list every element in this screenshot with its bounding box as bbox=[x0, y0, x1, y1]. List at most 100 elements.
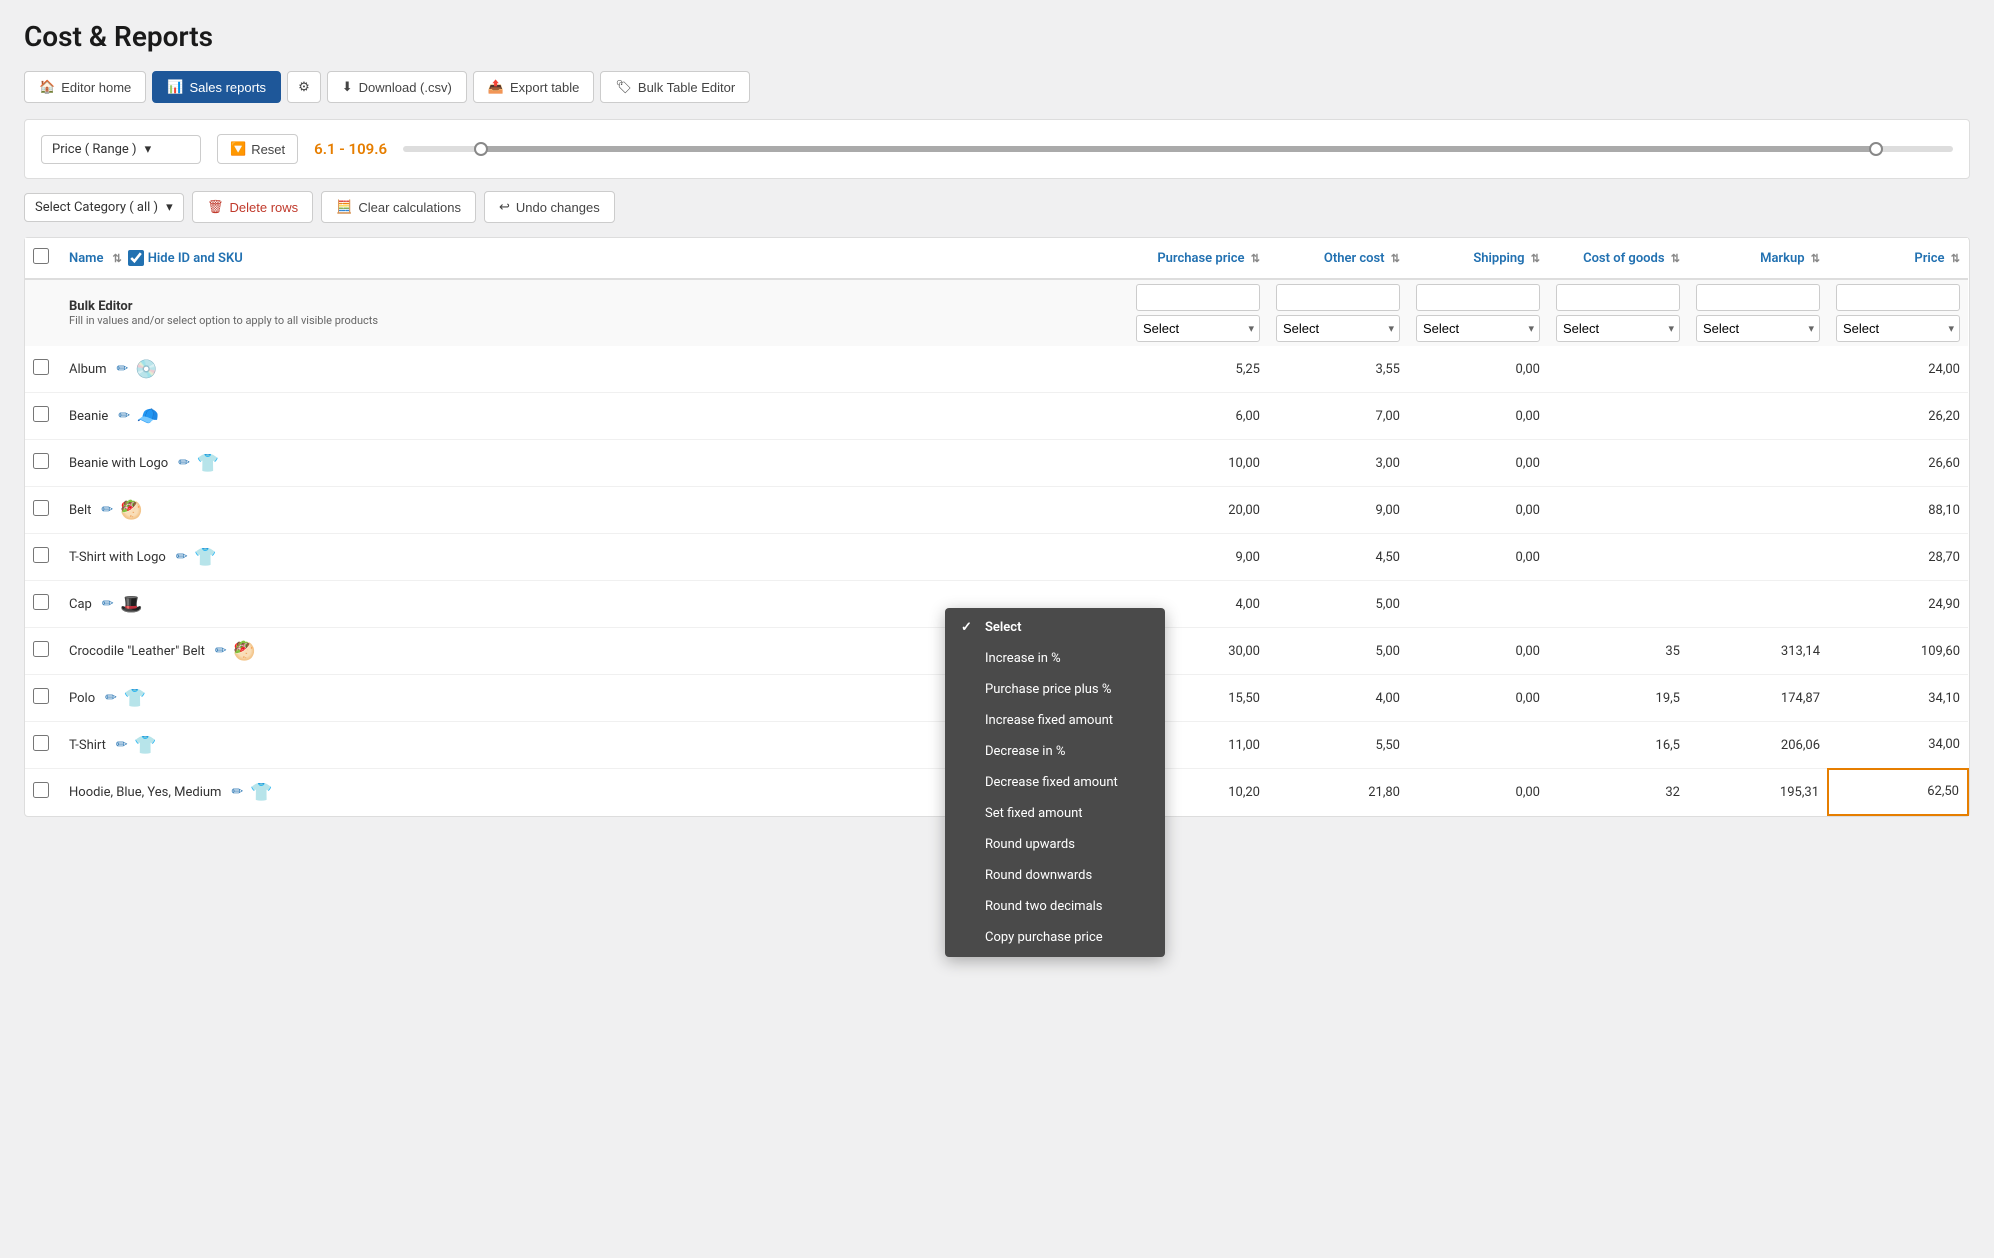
dropdown-item[interactable]: ✓Select bbox=[945, 612, 1165, 643]
row-price-cell: 88,10 bbox=[1828, 487, 1968, 534]
download-csv-button[interactable]: ⬇ Download (.csv) bbox=[327, 71, 467, 103]
edit-icon[interactable]: ✏ bbox=[178, 455, 190, 471]
delete-rows-button[interactable]: 🗑 Delete rows bbox=[192, 191, 313, 223]
header-checkbox-col bbox=[25, 238, 61, 279]
dropdown-item[interactable]: Decrease in % bbox=[945, 736, 1165, 767]
product-actions: Belt ✏ 🥙 bbox=[69, 496, 1120, 524]
home-icon: 🏠 bbox=[39, 79, 55, 95]
bulk-markup-select[interactable]: Select bbox=[1696, 315, 1820, 342]
bulk-shipping-select[interactable]: Select bbox=[1416, 315, 1540, 342]
category-select[interactable]: Select Category ( all ) ▾ bbox=[24, 193, 184, 222]
header-cost-of-goods[interactable]: Cost of goods ⇅ bbox=[1548, 238, 1688, 279]
edit-icon[interactable]: ✏ bbox=[117, 361, 129, 377]
row-checkbox[interactable] bbox=[33, 782, 49, 798]
row-price-cell: 34,00 bbox=[1828, 722, 1968, 769]
bulk-shipping-input[interactable] bbox=[1416, 284, 1540, 311]
filter-row: Price ( Range ) ▾ 🔽 Reset 6.1 - 109.6 bbox=[24, 119, 1970, 179]
bulk-markup-input[interactable] bbox=[1696, 284, 1820, 311]
table-row: T-Shirt with Logo ✏ 👕 9,00 4,50 0,00 28,… bbox=[25, 534, 1968, 581]
dropdown-item[interactable]: Decrease fixed amount bbox=[945, 767, 1165, 798]
row-checkbox[interactable] bbox=[33, 406, 49, 422]
header-price[interactable]: Price ⇅ bbox=[1828, 238, 1968, 279]
bulk-other-input[interactable] bbox=[1276, 284, 1400, 311]
bulk-price-select[interactable]: Select bbox=[1836, 315, 1960, 342]
undo-changes-button[interactable]: ↩ Undo changes bbox=[484, 191, 615, 223]
range-thumb-right[interactable] bbox=[1869, 142, 1883, 156]
product-actions: Album ✏ 💿 bbox=[69, 355, 1120, 383]
row-checkbox-cell bbox=[25, 346, 61, 393]
dropdown-item[interactable]: Increase fixed amount bbox=[945, 705, 1165, 736]
row-markup-cell bbox=[1688, 440, 1828, 487]
row-markup-cell: 174,87 bbox=[1688, 675, 1828, 722]
row-shipping-cell: 0,00 bbox=[1408, 769, 1548, 816]
dropdown-item[interactable]: Increase in % bbox=[945, 643, 1165, 674]
dropdown-item[interactable]: Round downwards bbox=[945, 860, 1165, 891]
clear-calculations-button[interactable]: 🧮 Clear calculations bbox=[321, 191, 476, 223]
bulk-markup-input-cell: Select ▾ bbox=[1688, 279, 1828, 346]
dropdown-item[interactable]: Copy purchase price bbox=[945, 922, 1165, 953]
dropdown-item[interactable]: Round two decimals bbox=[945, 891, 1165, 922]
row-checkbox[interactable] bbox=[33, 359, 49, 375]
settings-button[interactable]: ⚙ bbox=[287, 71, 321, 103]
row-shipping-cell: 0,00 bbox=[1408, 346, 1548, 393]
edit-icon[interactable]: ✏ bbox=[215, 643, 227, 659]
row-checkbox[interactable] bbox=[33, 500, 49, 516]
edit-icon[interactable]: ✏ bbox=[118, 408, 130, 424]
range-slider[interactable] bbox=[403, 146, 1953, 152]
name-sort-icon[interactable]: ⇅ bbox=[112, 252, 121, 265]
bulk-editor-input-row: Bulk Editor Fill in values and/or select… bbox=[25, 279, 1968, 346]
product-name: T-Shirt bbox=[69, 738, 106, 753]
table-row: Belt ✏ 🥙 20,00 9,00 0,00 88,10 bbox=[25, 487, 1968, 534]
range-thumb-left[interactable] bbox=[474, 142, 488, 156]
bulk-cogs-select[interactable]: Select bbox=[1556, 315, 1680, 342]
edit-icon[interactable]: ✏ bbox=[231, 784, 243, 800]
edit-icon[interactable]: ✏ bbox=[101, 502, 113, 518]
edit-icon[interactable]: ✏ bbox=[105, 690, 117, 706]
cogs-dropdown-overlay: ✓Select Increase in % Purchase price plu… bbox=[945, 608, 1165, 957]
row-checkbox[interactable] bbox=[33, 594, 49, 610]
dropdown-item[interactable]: Purchase price plus % bbox=[945, 674, 1165, 705]
row-name-cell: T-Shirt with Logo ✏ 👕 bbox=[61, 534, 1128, 581]
page-title: Cost & Reports bbox=[24, 20, 1970, 53]
select-all-checkbox[interactable] bbox=[33, 248, 49, 264]
product-name: Belt bbox=[69, 503, 91, 518]
product-image: 👕 bbox=[121, 684, 149, 712]
edit-icon[interactable]: ✏ bbox=[116, 737, 128, 753]
bulk-cogs-input[interactable] bbox=[1556, 284, 1680, 311]
export-table-button[interactable]: 📤 Export table bbox=[473, 71, 595, 103]
reset-button[interactable]: 🔽 Reset bbox=[217, 134, 298, 164]
row-checkbox[interactable] bbox=[33, 453, 49, 469]
bulk-table-editor-button[interactable]: 🏷 Bulk Table Editor bbox=[600, 71, 750, 103]
product-image: 👕 bbox=[192, 543, 220, 571]
dropdown-item[interactable]: Round upwards bbox=[945, 829, 1165, 860]
editor-home-button[interactable]: 🏠 Editor home bbox=[24, 71, 146, 103]
row-price-cell: 24,00 bbox=[1828, 346, 1968, 393]
row-checkbox[interactable] bbox=[33, 735, 49, 751]
bulk-purchase-select[interactable]: Select bbox=[1136, 315, 1260, 342]
bulk-price-select-wrapper: Select ▾ bbox=[1836, 315, 1960, 342]
row-checkbox[interactable] bbox=[33, 641, 49, 657]
bulk-price-input[interactable] bbox=[1836, 284, 1960, 311]
sales-reports-button[interactable]: 📊 Sales reports bbox=[152, 71, 281, 103]
row-purchase-cell: 10,00 bbox=[1128, 440, 1268, 487]
edit-icon[interactable]: ✏ bbox=[176, 549, 188, 565]
row-cogs-cell bbox=[1548, 581, 1688, 628]
header-markup[interactable]: Markup ⇅ bbox=[1688, 238, 1828, 279]
chevron-down-icon: ▾ bbox=[145, 142, 152, 157]
table-row: Beanie ✏ 🧢 6,00 7,00 0,00 26,20 bbox=[25, 393, 1968, 440]
dropdown-item[interactable]: Set fixed amount bbox=[945, 798, 1165, 829]
header-shipping[interactable]: Shipping ⇅ bbox=[1408, 238, 1548, 279]
bulk-shipping-select-wrapper: Select ▾ bbox=[1416, 315, 1540, 342]
edit-icon[interactable]: ✏ bbox=[102, 596, 114, 612]
row-cogs-cell bbox=[1548, 346, 1688, 393]
row-checkbox-cell bbox=[25, 581, 61, 628]
bulk-other-select[interactable]: Select bbox=[1276, 315, 1400, 342]
row-checkbox[interactable] bbox=[33, 547, 49, 563]
row-checkbox[interactable] bbox=[33, 688, 49, 704]
bulk-purchase-input[interactable] bbox=[1136, 284, 1260, 311]
header-purchase-price[interactable]: Purchase price ⇅ bbox=[1128, 238, 1268, 279]
range-value: 6.1 - 109.6 bbox=[314, 140, 387, 158]
hide-sku-checkbox[interactable] bbox=[128, 250, 144, 266]
price-range-select[interactable]: Price ( Range ) ▾ bbox=[41, 135, 201, 164]
header-other-cost[interactable]: Other cost ⇅ bbox=[1268, 238, 1408, 279]
